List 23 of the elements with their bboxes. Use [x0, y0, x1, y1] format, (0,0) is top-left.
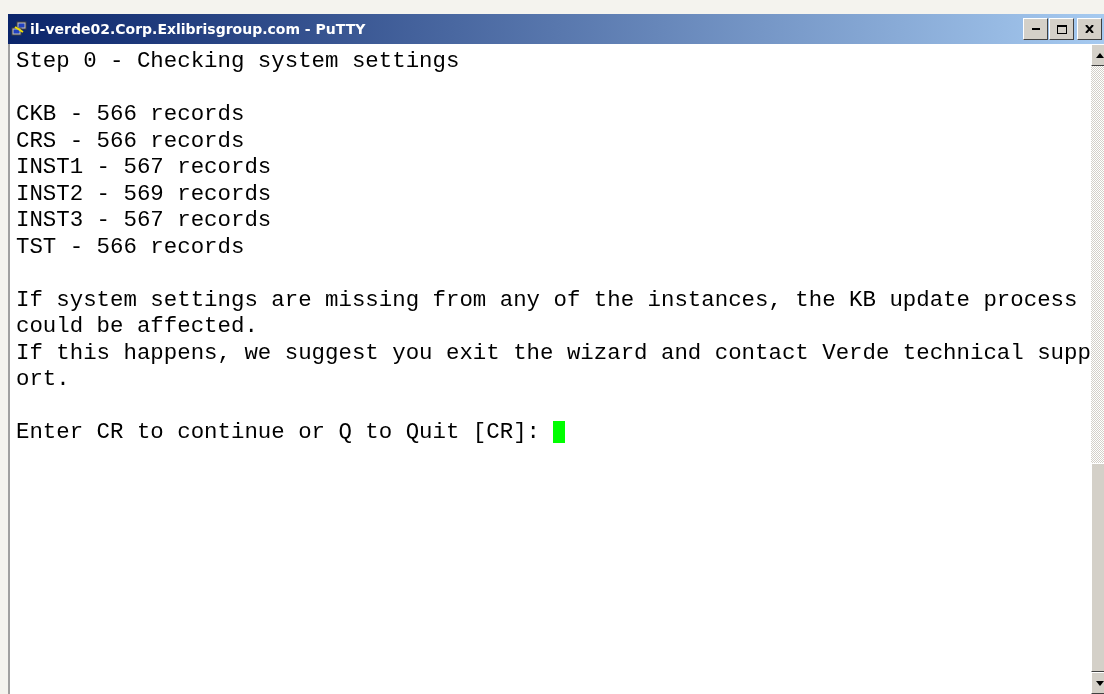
terminal-line: If system settings are missing from any of the instances, the KB update process — [16, 286, 1079, 313]
terminal-line: CKB - 566 records — [16, 101, 246, 128]
terminal-line: Step 0 - Checking system settings — [16, 48, 461, 75]
window-title: il-verde02.Corp.Exlibrisgroup.com - PuTTY — [30, 21, 367, 37]
minimize-button[interactable] — [1023, 18, 1048, 40]
terminal-line: TST - 566 records — [16, 233, 246, 260]
up-arrow-icon — [1096, 52, 1104, 58]
minimize-icon — [1031, 28, 1040, 30]
terminal-line: INST3 - 567 records — [16, 207, 273, 234]
close-icon — [1085, 25, 1094, 33]
terminal-line: could be affected. — [16, 313, 259, 340]
terminal-line: INST1 - 567 records — [16, 154, 273, 181]
text-cursor — [553, 421, 566, 444]
terminal-line: INST2 - 569 records — [16, 180, 273, 207]
terminal-line: If this happens, we suggest you exit the wizard and contact Verde technical supp — [16, 339, 1091, 366]
down-arrow-icon — [1096, 680, 1104, 686]
terminal-line: ort. — [16, 366, 71, 393]
maximize-icon — [1056, 24, 1067, 34]
computers-icon — [11, 21, 27, 37]
maximize-button[interactable] — [1049, 18, 1074, 40]
terminal-prompt: Enter CR to continue or Q to Quit [CR]: — [16, 419, 542, 446]
close-button[interactable] — [1077, 18, 1102, 40]
terminal-line: CRS - 566 records — [16, 127, 246, 154]
